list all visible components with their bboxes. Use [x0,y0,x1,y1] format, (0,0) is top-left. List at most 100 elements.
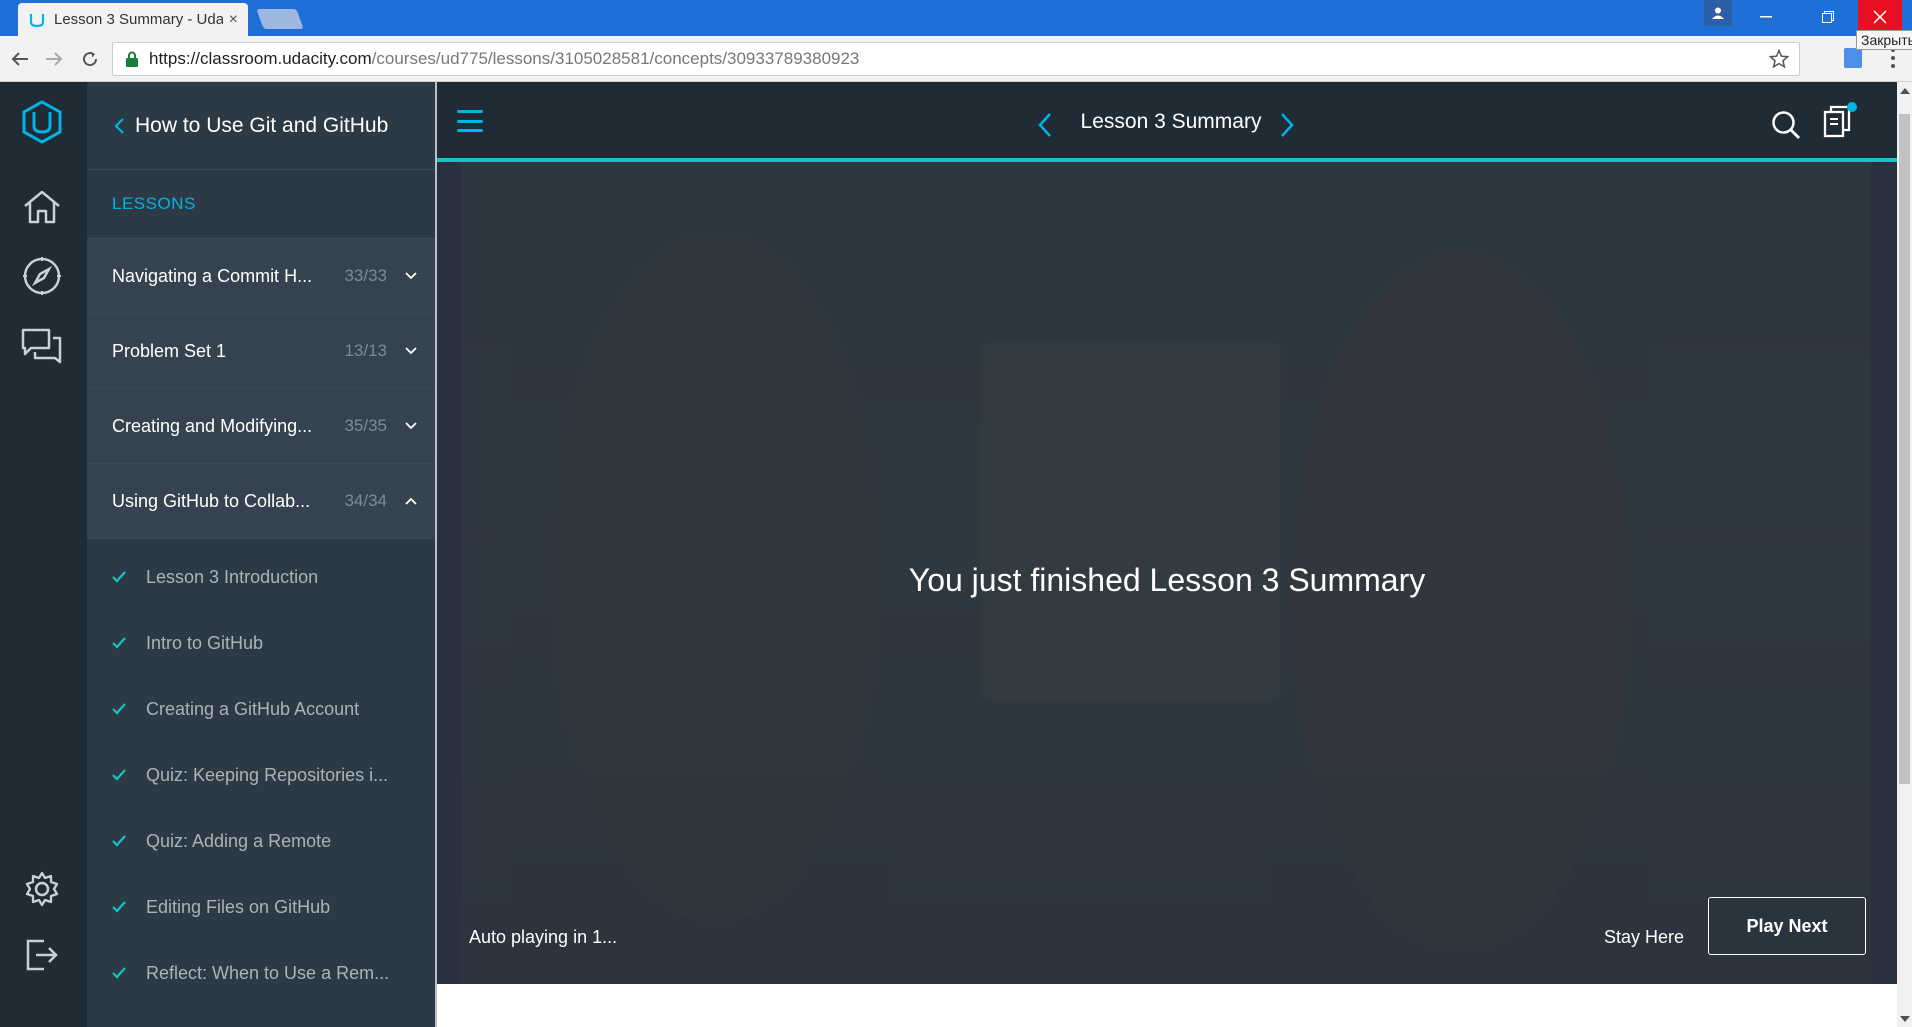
profile-icon[interactable] [1704,0,1732,26]
notification-dot [1847,102,1857,112]
course-title: How to Use Git and GitHub [135,113,389,137]
classroom-topbar: Lesson 3 Summary [437,82,1897,162]
udacity-logo[interactable] [20,100,64,144]
concept-name: Quiz: Adding a Remote [146,830,332,851]
lock-icon [126,51,138,67]
scroll-up-icon[interactable] [1900,88,1910,94]
course-back-link[interactable]: How to Use Git and GitHub [87,82,435,170]
lesson-progress: 35/35 [344,416,387,435]
forward-arrow-icon [46,52,63,66]
lesson-progress: 13/13 [344,341,387,360]
page-scrollbar[interactable] [1897,82,1912,1027]
scroll-thumb[interactable] [1899,114,1910,784]
scroll-down-icon[interactable] [1900,1016,1910,1022]
lesson-item[interactable]: Problem Set 1 13/13 [87,313,435,388]
lesson-progress: 33/33 [344,266,387,285]
concept-name: Editing Files on GitHub [146,896,331,917]
new-tab-button[interactable] [256,9,304,29]
restore-button[interactable] [1806,0,1850,34]
concept-name: Intro to GitHub [146,632,264,653]
gear-icon [25,871,59,907]
translate-extension-icon[interactable] [1844,48,1862,68]
back-arrow-icon [11,52,28,66]
concept-name: Reflect: When to Use a Rem... [146,962,390,983]
checkmark-icon [112,703,126,715]
udacity-logo-icon [22,100,62,144]
stay-here-button[interactable]: Stay Here [1604,914,1684,960]
concept-item[interactable]: Reflect: When to Use a Rem... [87,940,435,1006]
logout-nav[interactable] [20,933,64,977]
concept-list: Lesson 3 Introduction Intro to GitHub Cr… [87,538,435,1006]
window-close-button[interactable] [1858,0,1902,34]
concept-item[interactable]: Quiz: Keeping Repositories i... [87,742,435,808]
concept-item[interactable]: Creating a GitHub Account [87,676,435,742]
icon-rail [0,82,87,1027]
browser-menu-button[interactable] [1890,48,1896,68]
lesson-progress: 34/34 [344,491,387,510]
logout-icon [26,939,58,971]
chevron-down-icon [405,272,417,280]
lesson-name: Problem Set 1 [112,340,227,361]
checkmark-icon [112,901,126,913]
video-player[interactable]: You just finished Lesson 3 Summary Auto … [437,162,1897,984]
close-tooltip: Закрыть [1856,30,1912,50]
reload-button[interactable] [78,47,102,71]
concept-item[interactable]: Editing Files on GitHub [87,874,435,940]
lesson-name: Creating and Modifying... [112,415,313,436]
play-next-button[interactable]: Play Next [1708,897,1866,955]
lesson-item-expanded[interactable]: Using GitHub to Collab... 34/34 [87,463,435,538]
checkmark-icon [112,637,126,649]
url-path: /courses/ud775/lessons/3105028581/concep… [371,49,860,68]
finished-message: You just finished Lesson 3 Summary [908,562,1426,598]
browser-titlebar: Lesson 3 Summary - Uda × [0,0,1912,36]
checkmark-icon [112,835,126,847]
concept-title: Lesson 3 Summary [1080,110,1262,133]
compass-icon [23,257,61,295]
autoplay-countdown: Auto playing in 1... [469,927,618,947]
concept-name: Creating a GitHub Account [146,698,360,719]
reload-icon [83,52,98,67]
explore-nav[interactable] [20,254,64,298]
concept-name: Lesson 3 Introduction [146,566,319,587]
chevron-left-icon [114,117,124,134]
chat-icon [21,328,62,364]
search-icon[interactable] [1771,110,1801,140]
url-input[interactable]: https://classroom.udacity.com/courses/ud… [112,42,1800,76]
lesson-item[interactable]: Navigating a Commit H... 33/33 [87,238,435,313]
messages-nav[interactable] [20,324,64,368]
lessons-label: LESSONS [112,194,196,213]
back-button[interactable] [8,47,32,71]
menu-toggle-icon[interactable] [457,110,483,132]
checkmark-icon [112,967,126,979]
minimize-button[interactable] [1744,0,1788,34]
chevron-down-icon [405,422,417,430]
settings-nav[interactable] [20,867,64,911]
close-icon [1873,10,1887,24]
tab-title: Lesson 3 Summary - Uda [54,11,223,28]
home-icon [24,190,60,224]
chevron-up-icon [405,497,417,505]
lessons-sidebar: How to Use Git and GitHub LESSONS Naviga… [87,82,437,1027]
tab-close-icon[interactable]: × [229,11,238,29]
home-nav[interactable] [20,185,64,229]
concept-name: Quiz: Keeping Repositories i... [146,764,389,785]
address-bar: https://classroom.udacity.com/courses/ud… [0,36,1912,82]
previous-concept-icon[interactable] [1037,112,1053,138]
concept-item[interactable]: Quiz: Adding a Remote [87,808,435,874]
concept-item[interactable]: Lesson 3 Introduction [87,544,435,610]
next-concept-icon[interactable] [1279,112,1295,138]
lesson-item[interactable]: Creating and Modifying... 35/35 [87,388,435,463]
udacity-favicon-icon [29,13,45,27]
restore-icon [1822,11,1834,23]
bookmark-star-icon[interactable] [1769,49,1789,69]
url-host: https://classroom.udacity.com [149,49,372,68]
concept-item[interactable]: Intro to GitHub [87,610,435,676]
chevron-down-icon [405,347,417,355]
browser-tab[interactable]: Lesson 3 Summary - Uda × [18,3,248,36]
page-content-area [437,984,1897,1027]
checkmark-icon [112,571,126,583]
forward-button[interactable] [42,47,66,71]
lesson-name: Using GitHub to Collab... [112,490,311,511]
minimize-icon [1760,16,1772,18]
lesson-name: Navigating a Commit H... [112,265,313,286]
